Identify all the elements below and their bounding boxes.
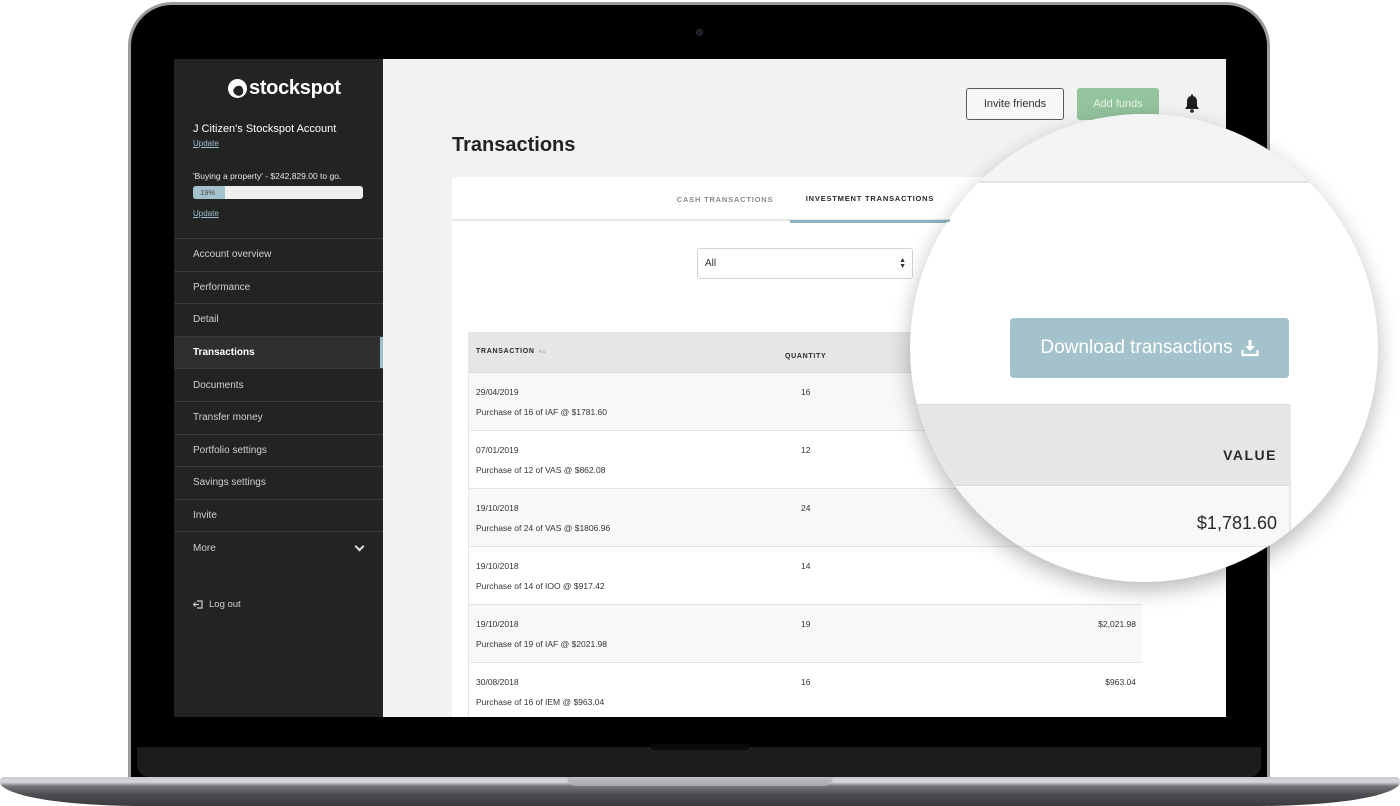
transaction-quantity: 24 <box>801 503 811 513</box>
brand-logo[interactable]: stockspot <box>228 77 341 100</box>
transaction-date: 19/10/2018 <box>476 619 519 629</box>
transaction-quantity: 16 <box>801 387 811 397</box>
sidebar-item-portfolio-settings[interactable]: Portfolio settings <box>174 433 383 467</box>
magnified-tab-divider <box>910 181 1378 183</box>
download-transactions-button[interactable]: Download transactions <box>1010 318 1289 378</box>
brand-name: stockspot <box>249 77 341 99</box>
account-title: J Citizen's Stockspot Account <box>193 123 337 135</box>
sidebar-item-transactions[interactable]: Transactions <box>174 335 383 369</box>
download-icon <box>1241 340 1259 357</box>
chevron-down-icon <box>354 541 365 552</box>
goal-text: 'Buying a property' - $242,829.00 to go. <box>193 171 342 181</box>
sidebar-item-label: More <box>193 542 216 554</box>
download-label: Download transactions <box>1040 337 1233 358</box>
logout-label: Log out <box>209 599 241 610</box>
transaction-description: Purchase of 12 of VAS @ $862.08 <box>476 465 606 475</box>
sidebar-item-savings-settings[interactable]: Savings settings <box>174 466 383 499</box>
select-arrows-icon: ▲ ▼ <box>899 257 906 270</box>
sidebar-item-label: Invite <box>193 510 217 522</box>
sidebar-item-more[interactable]: More <box>174 531 383 564</box>
sidebar-nav: Account overview Performance Detail Tran… <box>174 238 383 564</box>
goal-update-link[interactable]: Update <box>193 209 219 218</box>
sidebar-item-label: Account overview <box>193 249 272 261</box>
transaction-date: 19/10/2018 <box>476 561 519 571</box>
sort-icon[interactable]: ▾▴ <box>539 349 546 355</box>
transaction-date: 07/01/2019 <box>476 445 519 455</box>
tab-cash-transactions[interactable]: CASH TRANSACTIONS <box>662 177 788 221</box>
transaction-value: $963.04 <box>1105 677 1136 687</box>
transaction-date: 30/08/2018 <box>476 677 519 687</box>
transaction-date: 29/04/2019 <box>476 387 519 397</box>
magnified-value: $1,781.60 <box>1196 513 1277 533</box>
magnified-table-header: VALUE <box>910 404 1289 486</box>
laptop-hinge <box>651 744 749 750</box>
table-row[interactable]: 19/10/2018 Purchase of 19 of IAF @ $2021.… <box>469 605 1142 663</box>
magnified-table-row: $1,781.60 <box>910 487 1289 547</box>
transaction-description: Purchase of 14 of IOO @ $917.42 <box>476 581 605 591</box>
magnified-active-tab-underline <box>910 219 950 222</box>
transaction-description: Purchase of 16 of IEM @ $963.04 <box>476 697 605 707</box>
sidebar-item-label: Detail <box>193 314 219 326</box>
transaction-quantity: 19 <box>801 619 811 629</box>
sidebar-item-label: Performance <box>193 281 251 293</box>
tab-investment-transactions[interactable]: INVESTMENT TRANSACTIONS <box>790 177 950 223</box>
table-row[interactable]: 30/08/2018 Purchase of 16 of IEM @ $963.0… <box>469 663 1142 717</box>
page-title: Transactions <box>452 134 576 156</box>
sidebar-item-documents[interactable]: Documents <box>174 368 383 401</box>
column-header-label: TRANSACTION <box>476 348 535 355</box>
transaction-description: Purchase of 24 of VAS @ $1806.96 <box>476 523 611 533</box>
magnified-header-area <box>910 114 1378 181</box>
camera-icon <box>696 29 703 36</box>
laptop-notch <box>567 777 833 786</box>
sidebar-item-label: Transactions <box>193 347 255 359</box>
magnifier-callout: Download transactions VALUE $1,781.60 <box>910 114 1378 582</box>
sidebar-item-performance[interactable]: Performance <box>174 270 383 304</box>
transaction-quantity: 16 <box>801 677 811 687</box>
goal-progress-bar: 19% <box>193 186 363 199</box>
transaction-quantity: 12 <box>801 445 811 455</box>
sidebar-item-label: Savings settings <box>193 477 266 489</box>
column-header-value: VALUE <box>1223 447 1277 463</box>
laptop-chin <box>137 747 1261 777</box>
column-header-transaction[interactable]: TRANSACTION ▾▴ <box>476 348 546 355</box>
goal-progress-label: 19% <box>200 188 216 197</box>
transaction-date: 19/10/2018 <box>476 503 519 513</box>
transaction-quantity: 14 <box>801 561 811 571</box>
transaction-filter-select[interactable]: All ▲ ▼ <box>697 248 913 279</box>
account-update-link[interactable]: Update <box>193 139 219 148</box>
sidebar-item-label: Portfolio settings <box>193 444 267 456</box>
sidebar-item-account-overview[interactable]: Account overview <box>174 238 383 271</box>
magnified-table-edge <box>1289 404 1291 582</box>
sidebar-item-label: Transfer money <box>193 412 263 424</box>
sidebar-item-invite[interactable]: Invite <box>174 498 383 532</box>
logout-icon <box>193 600 203 609</box>
transaction-description: Purchase of 16 of IAF @ $1781.60 <box>476 407 608 417</box>
logout-link[interactable]: Log out <box>193 599 241 610</box>
transaction-description: Purchase of 19 of IAF @ $2021.98 <box>476 639 608 649</box>
column-header-quantity: QUANTITY <box>785 353 827 360</box>
sidebar-item-detail[interactable]: Detail <box>174 303 383 336</box>
filter-selected-value: All <box>705 258 717 269</box>
stockspot-logo-icon <box>228 79 247 98</box>
sidebar-item-label: Documents <box>193 379 244 391</box>
transaction-value: $2,021.98 <box>1098 619 1136 629</box>
bell-icon[interactable] <box>1183 94 1201 114</box>
sidebar-item-transfer-money[interactable]: Transfer money <box>174 400 383 434</box>
sidebar: stockspot J Citizen's Stockspot Account … <box>174 59 383 717</box>
